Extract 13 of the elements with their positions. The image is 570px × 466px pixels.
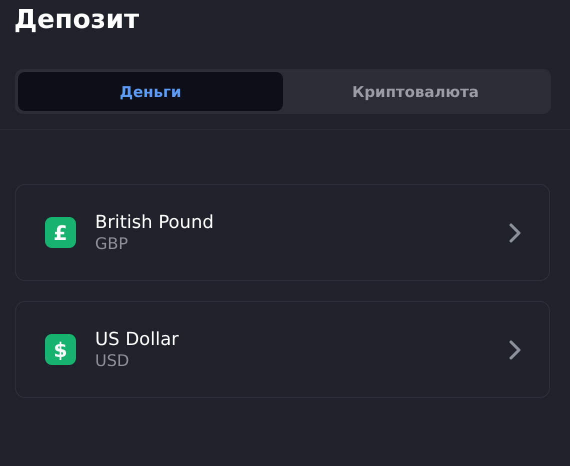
tab[interactable]: Криптовалюта	[283, 72, 548, 111]
currency-code: USD	[95, 350, 130, 370]
page-title: Депозит	[13, 4, 140, 37]
currency-name: US Dollar	[95, 328, 180, 350]
currency-icon: $	[45, 334, 76, 365]
currency-name: British Pound	[95, 212, 215, 234]
currency-card[interactable]: $ US Dollar USD	[15, 301, 550, 398]
currency-icon: £	[45, 217, 76, 248]
tab[interactable]: Деньги	[18, 72, 283, 111]
chevron-right-icon	[509, 340, 521, 360]
currency-code: GBP	[95, 234, 130, 254]
chevron-right-icon	[509, 222, 521, 242]
currency-card[interactable]: £ British Pound GBP	[15, 184, 550, 281]
